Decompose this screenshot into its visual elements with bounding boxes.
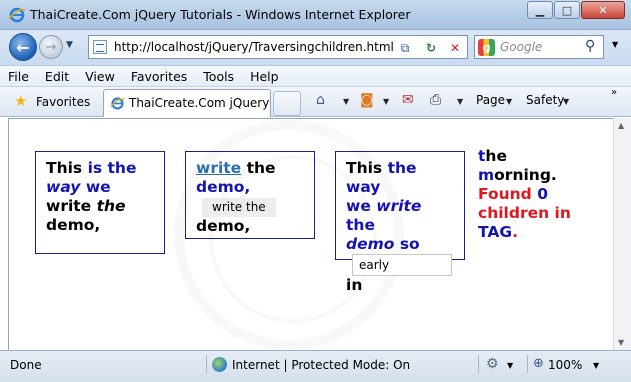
more-commands-icon[interactable]: »: [611, 87, 617, 98]
zoom-dropdown-icon[interactable]: ▼: [593, 361, 599, 370]
menu-edit[interactable]: Edit: [45, 69, 69, 84]
write-link[interactable]: write: [196, 159, 241, 177]
protected-mode-icon[interactable]: ⚙: [486, 356, 499, 372]
demo-box-3: This the way we write the demo so early …: [335, 151, 465, 294]
children-count: 0: [537, 185, 548, 203]
vertical-scrollbar[interactable]: ▲ ▼: [613, 118, 631, 350]
maximize-button[interactable]: □: [554, 1, 580, 19]
status-divider: [527, 355, 528, 373]
safety-menu-button[interactable]: Safety: [526, 93, 564, 107]
feeds-icon[interactable]: ◙: [360, 92, 374, 108]
text-segment: the: [96, 197, 126, 215]
status-divider: [206, 355, 207, 373]
search-icon[interactable]: ⚲: [585, 38, 595, 54]
address-url[interactable]: http://localhost/jQuery/Traversingchildr…: [114, 40, 394, 54]
text-segment: This: [346, 159, 383, 177]
print-dropdown-icon[interactable]: ▼: [457, 97, 463, 106]
text-segment: the: [246, 159, 276, 177]
page-content: This is the way we write the demo, write…: [8, 118, 613, 350]
read-mail-icon[interactable]: ✉: [402, 92, 414, 108]
search-dropdown-icon[interactable]: ▼: [612, 40, 618, 49]
result-text: the morning. Found 0 children in TAG.: [478, 147, 608, 242]
compatibility-view-icon[interactable]: ⧉: [397, 40, 413, 56]
page-icon: [93, 40, 107, 54]
close-button[interactable]: ✕: [581, 1, 625, 19]
menu-file[interactable]: File: [8, 69, 29, 84]
text-segment: demo,: [46, 216, 101, 234]
favorites-button[interactable]: Favorites: [36, 95, 90, 109]
text-segment: we: [346, 197, 371, 215]
favorites-bar: ★ Favorites ThaiCreate.Com jQuery ... ⌂ …: [0, 87, 631, 117]
protected-mode-dropdown-icon[interactable]: ▼: [507, 361, 513, 370]
internet-explorer-icon: [110, 97, 125, 110]
google-icon[interactable]: g: [478, 39, 495, 56]
forward-arrow-icon: →: [45, 39, 57, 55]
demo-box-1: This is the way we write the demo,: [35, 151, 165, 254]
text-segment: write: [376, 197, 422, 215]
early-input[interactable]: early: [352, 254, 452, 276]
menu-favorites[interactable]: Favorites: [131, 69, 187, 84]
stop-icon[interactable]: ✕: [447, 40, 463, 56]
text-segment: orning.: [494, 166, 557, 184]
feeds-dropdown-icon[interactable]: ▼: [383, 97, 389, 106]
back-arrow-icon: ←: [16, 37, 30, 57]
menu-view[interactable]: View: [85, 69, 115, 84]
text-segment: is the: [87, 159, 137, 177]
text-segment: way: [46, 178, 81, 196]
text-segment: the: [346, 216, 375, 234]
new-tab-button[interactable]: [273, 91, 301, 116]
inline-label: write the: [202, 198, 276, 217]
text-segment: m: [478, 166, 495, 184]
text-segment: demo,: [196, 217, 251, 235]
tab-title: ThaiCreate.Com jQuery ...: [129, 96, 285, 110]
print-icon[interactable]: ⎙: [430, 92, 441, 108]
forward-button[interactable]: →: [39, 35, 63, 59]
search-field[interactable]: g Google ⚲: [474, 35, 604, 59]
text-segment: This: [46, 159, 83, 177]
status-bar: Done Internet | Protected Mode: On ⚙ ▼ ⊕…: [0, 350, 631, 382]
text-segment: demo: [346, 235, 395, 253]
text-segment: Found: [478, 185, 532, 203]
status-text: Done: [10, 358, 42, 372]
home-dropdown-icon[interactable]: ▼: [343, 97, 349, 106]
internet-explorer-icon: [8, 7, 26, 23]
minimize-button[interactable]: ▁: [527, 1, 553, 19]
page-dropdown-icon[interactable]: ▼: [506, 97, 512, 106]
text-segment: write: [46, 197, 92, 215]
text-segment: TAG: [478, 223, 513, 241]
menu-help[interactable]: Help: [250, 69, 279, 84]
demo-box-2: write the demo, write the demo,: [185, 151, 315, 239]
back-button[interactable]: ←: [9, 33, 37, 61]
history-dropdown-icon[interactable]: ▼: [66, 40, 73, 50]
text-segment: .: [512, 223, 518, 241]
text-segment: so: [399, 235, 420, 253]
scroll-up-icon[interactable]: ▲: [618, 121, 624, 130]
text-segment: demo,: [196, 178, 251, 196]
tab-active[interactable]: ThaiCreate.Com jQuery ...: [103, 89, 285, 117]
scroll-down-icon[interactable]: ▼: [618, 338, 624, 347]
text-segment: children in: [478, 204, 571, 222]
text-segment: he: [485, 147, 507, 165]
safety-dropdown-icon[interactable]: ▼: [563, 97, 569, 106]
search-placeholder: Google: [500, 40, 543, 54]
window-title: ThaiCreate.Com jQuery Tutorials - Window…: [30, 7, 411, 22]
home-icon[interactable]: ⌂: [316, 92, 325, 108]
internet-zone-icon: [212, 357, 227, 372]
page-menu-button[interactable]: Page: [476, 93, 505, 107]
status-divider: [478, 355, 479, 373]
text-segment: in: [346, 276, 363, 294]
text-segment: we: [85, 178, 111, 196]
security-zone[interactable]: Internet | Protected Mode: On: [232, 358, 410, 372]
address-toolbar: ← → ▼ http://localhost/jQuery/Traversing…: [0, 30, 631, 65]
refresh-icon[interactable]: ↻: [423, 40, 439, 56]
menu-bar: File Edit View Favorites Tools Help: [0, 65, 631, 87]
title-bar: ThaiCreate.Com jQuery Tutorials - Window…: [0, 0, 631, 30]
menu-tools[interactable]: Tools: [203, 69, 234, 84]
favorites-star-icon[interactable]: ★: [14, 92, 27, 110]
zoom-level[interactable]: 100%: [548, 358, 582, 372]
address-field[interactable]: http://localhost/jQuery/Traversingchildr…: [88, 35, 468, 59]
zoom-icon[interactable]: ⊕: [533, 356, 544, 371]
